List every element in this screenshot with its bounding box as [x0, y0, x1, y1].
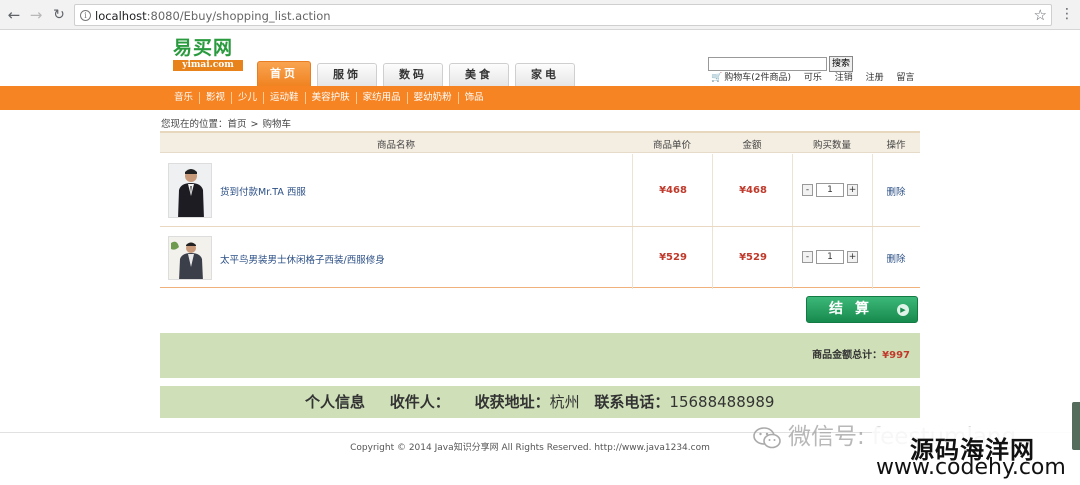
address-bar[interactable]: i localhost:8080/Ebuy/shopping_list.acti…: [74, 4, 1052, 26]
url-text: localhost:8080/Ebuy/shopping_list.action: [95, 9, 331, 23]
subnav-music[interactable]: 音乐: [168, 92, 201, 104]
back-arrow-icon[interactable]: ←: [5, 6, 23, 24]
table-header: 商品名称 商品单价 金额 购买数量 操作: [160, 133, 920, 153]
quantity-stepper: - 1 +: [802, 183, 858, 197]
personal-info-title: 个人信息: [305, 393, 366, 411]
tab-food[interactable]: 美食: [449, 63, 509, 86]
search-button[interactable]: 搜索: [829, 56, 853, 72]
subnav-movies[interactable]: 影视: [200, 92, 233, 104]
tab-digital[interactable]: 数码: [383, 63, 443, 86]
cart-link[interactable]: 购物车(2件商品): [724, 73, 791, 83]
total-summary: 商品金额总计：¥997: [812, 346, 910, 361]
personal-info-bar: 个人信息 收件人： 收获地址：杭州 联系电话：15688488989: [160, 386, 920, 418]
forward-arrow-icon[interactable]: →: [27, 6, 45, 24]
subnav-baby-formula[interactable]: 婴幼奶粉: [408, 92, 459, 104]
top-links: 🛒 购物车(2件商品) 可乐 注销 注册 留言: [711, 70, 925, 83]
subnav-home-textiles[interactable]: 家纺用品: [357, 92, 408, 104]
delete-link[interactable]: 删除: [876, 251, 916, 265]
delete-link[interactable]: 删除: [876, 184, 916, 198]
subnav-accessories[interactable]: 饰品: [459, 92, 490, 104]
table-row: 货到付款Mr.TA 西服 ¥468 ¥468 - 1 + 删除: [160, 154, 920, 227]
tab-appliances[interactable]: 家电: [515, 63, 575, 86]
bookmark-star-icon[interactable]: ☆: [1034, 6, 1047, 24]
increase-qty-button[interactable]: +: [847, 251, 858, 263]
subnav-kids[interactable]: 少儿: [232, 92, 265, 104]
breadcrumb: 您现在的位置：首页 > 购物车: [161, 116, 291, 130]
logo-text: 易买网: [173, 37, 234, 59]
decrease-qty-button[interactable]: -: [802, 184, 813, 196]
quantity-input[interactable]: 1: [816, 183, 844, 197]
decrease-qty-button[interactable]: -: [802, 251, 813, 263]
register-link[interactable]: 注册: [866, 73, 884, 83]
total-amount: ¥997: [882, 350, 910, 361]
play-arrow-icon: ▶: [897, 304, 909, 316]
total-bar: 商品金额总计：¥997: [160, 333, 920, 378]
header-action: 操作: [886, 140, 906, 151]
message-link[interactable]: 留言: [897, 73, 915, 83]
table-row: 太平鸟男装男士休闲格子西装/西服修身 ¥529 ¥529 - 1 + 删除: [160, 228, 920, 289]
browser-toolbar: ← → ↻ i localhost:8080/Ebuy/shopping_lis…: [0, 0, 1080, 30]
quantity-input[interactable]: 1: [816, 250, 844, 264]
phone-label: 联系电话：: [594, 393, 670, 411]
product-image[interactable]: [168, 163, 212, 218]
browser-menu-icon[interactable]: ⋮: [1060, 7, 1074, 21]
user-link[interactable]: 可乐: [804, 73, 822, 83]
breadcrumb-current: 购物车: [262, 119, 292, 130]
cart-icon: 🛒: [711, 73, 723, 83]
amount: ¥529: [739, 252, 767, 263]
site-info-icon[interactable]: i: [80, 10, 91, 21]
category-tabs: 首页 服饰 数码 美食 家电: [257, 61, 581, 86]
header-amount: 金额: [742, 140, 762, 151]
site-header: 易买网 yimai.com 首页 服饰 数码 美食 家电 🛒 购物车(2件商品) …: [0, 30, 1080, 86]
logo-domain: yimai.com: [173, 60, 243, 71]
phone-value: 15688488989: [669, 393, 775, 411]
amount: ¥468: [739, 185, 767, 196]
wechat-icon: [753, 426, 781, 448]
checkout-label: 结算: [829, 301, 881, 317]
logout-link[interactable]: 注销: [835, 73, 853, 83]
product-name-link[interactable]: 太平鸟男装男士休闲格子西装/西服修身: [220, 252, 385, 266]
watermark-site-url: www.codehy.com: [876, 455, 1066, 480]
header-product-name: 商品名称: [376, 140, 415, 151]
sub-navigation: 音乐 影视 少儿 运动鞋 美容护肤 家纺用品 婴幼奶粉 饰品: [0, 86, 1080, 110]
total-label: 商品金额总计：: [812, 350, 883, 361]
cart-table: 商品名称 商品单价 金额 购买数量 操作 货到付款Mr.TA 西服 ¥468 ¥…: [160, 131, 920, 289]
breadcrumb-prefix: 您现在的位置：: [161, 119, 228, 130]
subnav-sport-shoes[interactable]: 运动鞋: [264, 92, 306, 104]
address-value: 杭州: [549, 393, 580, 411]
quantity-stepper: - 1 +: [802, 250, 858, 264]
header-unit-price: 商品单价: [652, 140, 691, 151]
unit-price: ¥529: [659, 252, 687, 263]
product-image[interactable]: [168, 236, 212, 280]
tab-clothing[interactable]: 服饰: [317, 63, 377, 86]
tab-home[interactable]: 首页: [257, 61, 311, 86]
site-logo[interactable]: 易买网 yimai.com: [173, 37, 243, 71]
breadcrumb-separator: >: [250, 119, 259, 130]
header-quantity: 购买数量: [812, 140, 851, 151]
personal-info: 个人信息 收件人： 收获地址：杭州 联系电话：15688488989: [305, 391, 774, 412]
checkout-button[interactable]: 结算 ▶: [806, 296, 918, 323]
product-name-link[interactable]: 货到付款Mr.TA 西服: [220, 184, 306, 198]
increase-qty-button[interactable]: +: [847, 184, 858, 196]
subnav-beauty[interactable]: 美容护肤: [306, 92, 357, 104]
search-input[interactable]: [708, 57, 827, 71]
receiver-label: 收件人：: [389, 393, 450, 411]
side-panel-handle[interactable]: [1072, 402, 1080, 450]
reload-icon[interactable]: ↻: [50, 6, 68, 24]
breadcrumb-home-link[interactable]: 首页: [228, 119, 247, 130]
unit-price: ¥468: [659, 185, 687, 196]
address-label: 收获地址：: [474, 393, 550, 411]
